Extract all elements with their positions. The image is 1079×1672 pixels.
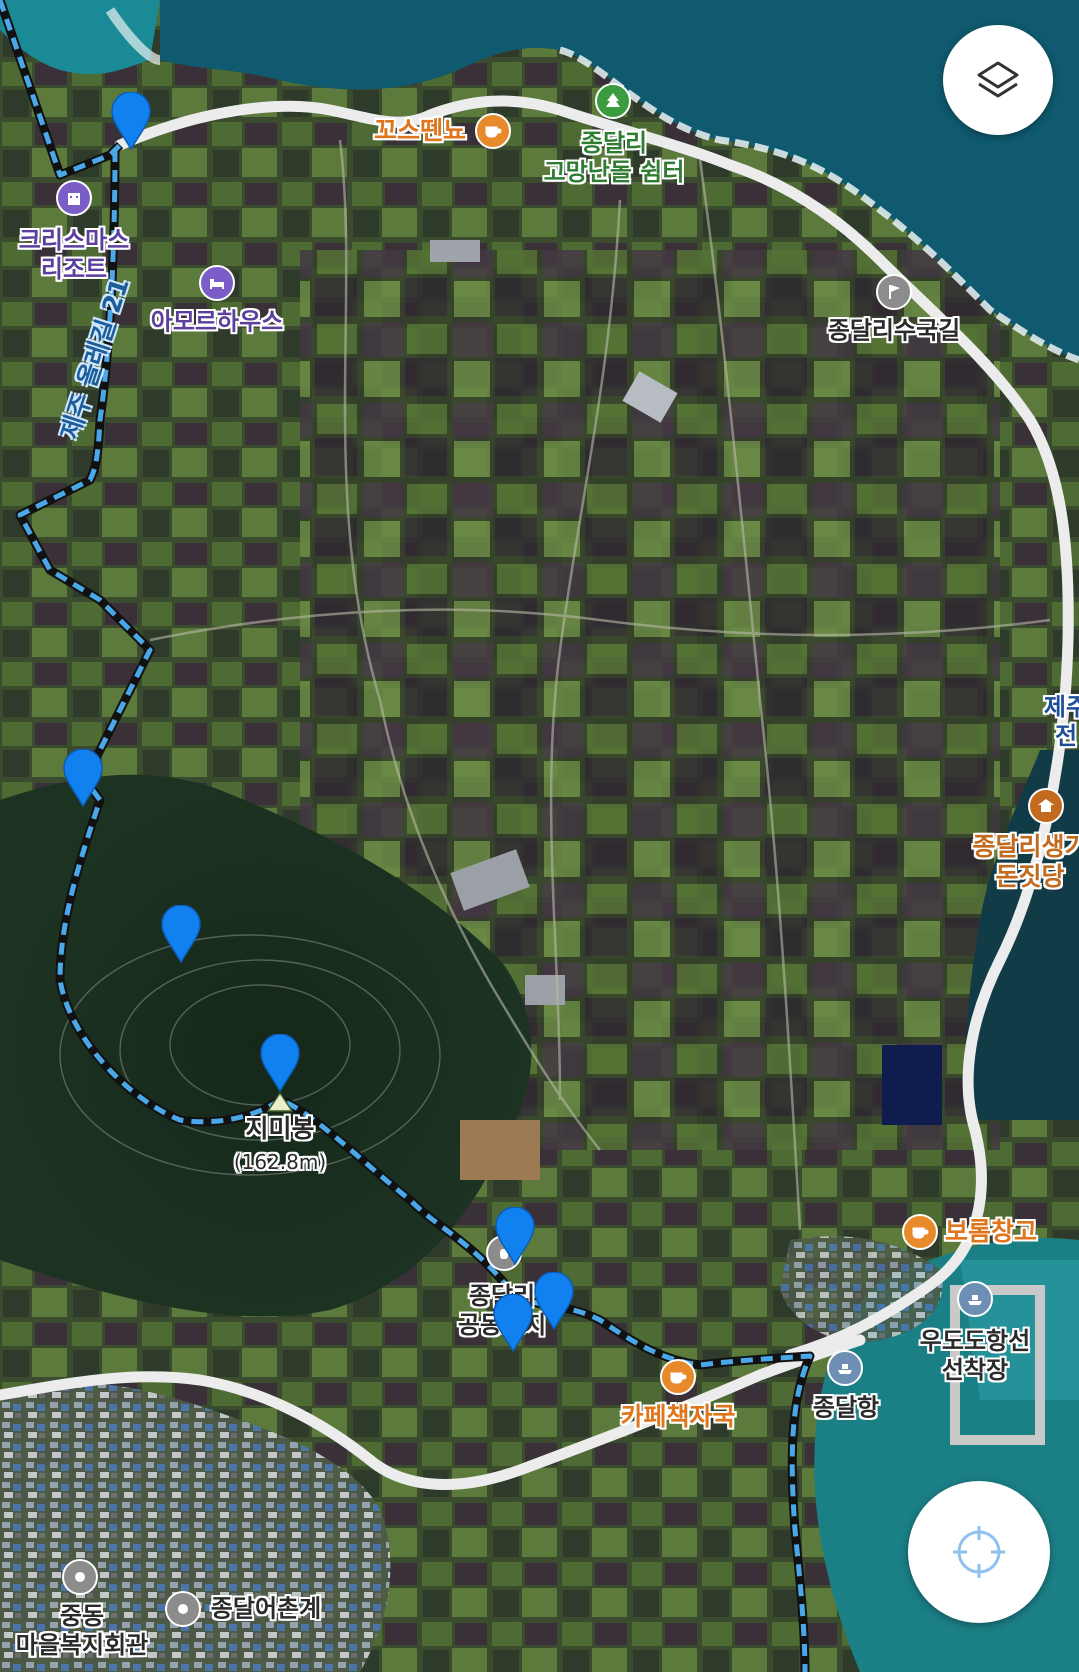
- waypoint-pin-icon[interactable]: [260, 1034, 300, 1092]
- waypoint-pin-icon[interactable]: [495, 1207, 535, 1265]
- shrine-icon-dunjitdang[interactable]: [1028, 788, 1064, 824]
- cafe-icon-borom[interactable]: [902, 1214, 938, 1250]
- place-label-jungdong[interactable]: 중동 마을복지회관: [16, 1602, 148, 1660]
- cafe-icon-chaek[interactable]: [660, 1359, 696, 1395]
- place-label-gomang[interactable]: 종달리 고망난돌 쉼터: [544, 129, 685, 187]
- place-label-christmas-resort[interactable]: 크리스마스 리조트: [19, 226, 129, 284]
- place-label-jeju-cut[interactable]: 제주 전: [1044, 693, 1079, 751]
- layers-button[interactable]: [943, 25, 1053, 135]
- circle-icon-fishing-village[interactable]: [165, 1591, 201, 1627]
- waypoint-pin-icon[interactable]: [63, 749, 103, 807]
- current-location-button[interactable]: [908, 1481, 1050, 1623]
- building-icon-christmas-resort[interactable]: [56, 180, 92, 216]
- circle-icon-jungdong[interactable]: [62, 1559, 98, 1595]
- cafe-icon-kkoseutteunyo[interactable]: [475, 113, 511, 149]
- place-label-chaek[interactable]: 카페책자국: [620, 1402, 735, 1432]
- place-label-borom[interactable]: 보롬창고: [945, 1217, 1037, 1247]
- map-canvas[interactable]: 제주 올레길 21 꼬스뗀뇨 종달리 고망난돌 쉼터 크리스마스 리조트 아모르…: [0, 0, 1079, 1672]
- peak-name-label[interactable]: 지미봉: [245, 1114, 314, 1144]
- crosshair-icon: [953, 1526, 1005, 1578]
- place-label-dunjitdang[interactable]: 종달리생기 돈짓당: [972, 832, 1079, 892]
- place-label-udo-ferry[interactable]: 우도도항선 선착장: [920, 1327, 1030, 1385]
- place-label-kkoseutteunyo[interactable]: 꼬스뗀뇨: [374, 116, 466, 146]
- peak-elevation-label: (162.8m): [233, 1150, 327, 1174]
- bed-icon-amor-house[interactable]: [199, 265, 235, 301]
- place-label-suguk-gil[interactable]: 종달리수국길: [828, 317, 960, 346]
- ferry-icon-udo[interactable]: [957, 1281, 993, 1317]
- waypoint-pin-icon[interactable]: [493, 1294, 533, 1352]
- place-label-fishing-village[interactable]: 종달어촌계: [211, 1595, 321, 1624]
- waypoint-pin-icon[interactable]: [111, 92, 151, 150]
- flag-icon-suguk-gil[interactable]: [876, 274, 912, 310]
- ferry-icon-jongdal-port[interactable]: [827, 1350, 863, 1386]
- layers-icon: [977, 61, 1019, 98]
- place-label-amor-house[interactable]: 아모르하우스: [151, 308, 283, 337]
- waypoint-pin-icon[interactable]: [161, 905, 201, 963]
- waypoint-pin-icon[interactable]: [534, 1272, 574, 1330]
- map-base-layer: [0, 0, 1079, 1672]
- place-label-jongdal-port[interactable]: 종달항: [813, 1394, 879, 1423]
- tree-icon-gomang[interactable]: [595, 83, 631, 119]
